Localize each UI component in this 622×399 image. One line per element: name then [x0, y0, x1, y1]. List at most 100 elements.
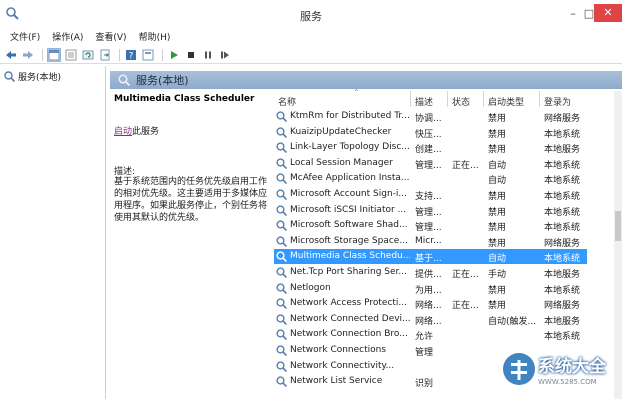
refresh-icon[interactable]	[81, 48, 95, 62]
service-description: 允许	[415, 332, 434, 343]
column-divider[interactable]	[539, 91, 540, 107]
tree-item-services-local[interactable]: 服务(本地)	[4, 70, 61, 83]
watermark-text: 系统大全	[538, 357, 606, 377]
service-gear-icon	[276, 345, 287, 356]
service-log-on-as: 本地系统	[544, 129, 581, 140]
service-description: 管理...	[415, 223, 442, 234]
service-row[interactable]: McAfee Application Insta... 自动 本地系统	[272, 171, 614, 187]
service-row[interactable]: Netlogon 为用... 禁用 本地系统	[272, 281, 614, 297]
service-row[interactable]: KuaizipUpdateChecker 快压... 禁用 本地系统	[272, 125, 614, 141]
description-text: 基于系统范围内的任务优先级启用工作的相对优先级。这主要适用于多媒体应用程序。如果…	[114, 177, 268, 223]
service-gear-icon	[276, 298, 287, 310]
service-startup-type: 禁用	[488, 285, 507, 296]
properties-icon[interactable]	[141, 48, 155, 62]
service-log-on-as: 本地服务	[544, 145, 581, 156]
service-gear-icon	[276, 111, 287, 122]
start-service-link[interactable]: 启动	[114, 127, 132, 137]
services-gear-icon	[4, 71, 15, 82]
service-action: 启动此服务	[114, 124, 159, 137]
service-row[interactable]: Network Connected Devi... 网络... 自动(触发... 本地…	[272, 312, 614, 328]
service-log-on-as: 本地系统	[544, 285, 581, 296]
scrollbar-thumb[interactable]	[615, 211, 621, 241]
close-button[interactable]: ✕	[594, 4, 622, 22]
column-header-description[interactable]: 描述	[415, 91, 433, 109]
service-row[interactable]: Multimedia Class Schedu... 基于... 自动 本地系统	[272, 249, 614, 265]
service-startup-type: 自动	[488, 160, 507, 171]
stop-icon[interactable]	[184, 48, 198, 62]
toolbar-divider	[119, 48, 120, 61]
service-name: Network List Service	[290, 376, 383, 387]
service-row[interactable]: Microsoft Account Sign-i... 支持... 禁用 本地系统	[272, 187, 614, 203]
back-arrow-icon[interactable]	[4, 48, 18, 62]
console-tree: 服务(本地)	[0, 66, 106, 399]
service-gear-icon	[276, 204, 287, 216]
service-status: 正在...	[452, 160, 479, 171]
service-description: Micr...	[415, 235, 442, 246]
column-divider[interactable]	[410, 91, 411, 107]
menu-bar: 文件(F) 操作(A) 查看(V) 帮助(H)	[0, 28, 622, 44]
service-startup-type: 自动	[488, 176, 507, 187]
menu-action[interactable]: 操作(A)	[48, 28, 91, 44]
service-row[interactable]: Network Connection Bro... 允许 本地系统	[272, 327, 614, 343]
export-icon[interactable]	[98, 48, 112, 62]
forward-arrow-icon[interactable]	[21, 48, 35, 62]
service-name: Microsoft Software Shad...	[290, 220, 408, 231]
service-row[interactable]: KtmRm for Distributed Tr... 协调... 禁用 网络服务	[272, 109, 614, 125]
toolbar-divider	[42, 48, 43, 61]
service-gear-icon	[276, 236, 287, 247]
service-gear-icon	[276, 173, 287, 185]
service-row[interactable]: Net.Tcp Port Sharing Ser... 提供... 正在... 手动 本…	[272, 265, 614, 281]
service-gear-icon	[276, 158, 287, 169]
service-name: Link-Layer Topology Disc...	[290, 142, 410, 153]
column-header-status[interactable]: 状态	[452, 91, 470, 109]
service-description: 为用...	[415, 285, 442, 296]
service-startup-type: 手动	[488, 270, 507, 280]
service-gear-icon	[276, 376, 287, 388]
service-gear-icon	[276, 189, 287, 200]
service-log-on-as: 本地系统	[544, 160, 581, 171]
service-startup-type: 禁用	[488, 114, 507, 124]
service-description: 管理...	[415, 160, 442, 171]
service-startup-type: 自动(触发...	[488, 316, 537, 327]
service-gear-icon	[276, 142, 287, 154]
column-divider[interactable]	[447, 91, 448, 107]
service-description: 基于...	[415, 254, 442, 265]
service-log-on-as: 本地服务	[544, 316, 581, 327]
tree-item-label: 服务(本地)	[18, 73, 62, 83]
service-row[interactable]: Local Session Manager 管理... 正在... 自动 本地系统	[272, 156, 614, 172]
menu-file[interactable]: 文件(F)	[6, 28, 48, 44]
service-log-on-as: 网络服务	[544, 238, 581, 249]
pause-icon[interactable]	[201, 48, 215, 62]
service-description: 识别	[415, 379, 434, 390]
pane-header-title: 服务(本地)	[136, 74, 189, 87]
service-row[interactable]: Network Access Protecti... 网络... 正在... 禁用 网络…	[272, 296, 614, 312]
column-header-startup-type[interactable]: 启动类型	[488, 91, 524, 109]
column-header-log-on-as[interactable]: 登录为	[544, 91, 571, 109]
column-divider[interactable]	[483, 91, 484, 107]
service-row[interactable]: Microsoft Storage Space... Micr... 禁用 网络服务	[272, 234, 614, 250]
menu-view[interactable]: 查看(V)	[91, 28, 134, 44]
service-row[interactable]: Microsoft iSCSI Initiator ... 管理... 禁用 本地系统	[272, 203, 614, 219]
service-startup-type: 禁用	[488, 192, 507, 202]
list-view-icon[interactable]	[64, 48, 78, 62]
service-gear-icon	[276, 126, 287, 138]
menu-help[interactable]: 帮助(H)	[135, 28, 179, 44]
help-icon[interactable]: ?	[124, 48, 138, 62]
service-row[interactable]: Microsoft Software Shad... 管理... 禁用 本地系统	[272, 218, 614, 234]
service-log-on-as: 本地系统	[544, 207, 581, 218]
service-description: 协调...	[415, 114, 442, 124]
service-description: 提供...	[415, 270, 442, 280]
play-icon[interactable]	[167, 48, 181, 62]
service-description: 管理	[415, 348, 434, 358]
service-startup-type: 自动	[488, 254, 507, 265]
service-name: Network Connections	[290, 345, 387, 355]
svg-text:?: ?	[129, 51, 134, 61]
service-log-on-as: 本地服务	[544, 270, 581, 280]
service-status: 正在...	[452, 301, 479, 312]
service-row[interactable]: Link-Layer Topology Disc... 创建... 禁用 本地服务	[272, 140, 614, 156]
restart-icon[interactable]	[218, 48, 232, 62]
start-service-suffix: 此服务	[132, 127, 160, 137]
service-log-on-as: 本地系统	[544, 254, 581, 265]
column-header-name[interactable]: 名称	[278, 91, 296, 109]
console-tree-icon[interactable]	[47, 47, 61, 62]
